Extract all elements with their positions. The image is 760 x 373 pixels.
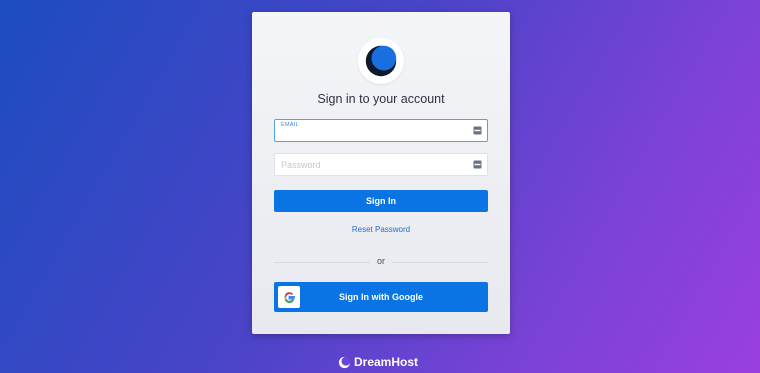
or-divider: or xyxy=(274,256,488,268)
email-input[interactable] xyxy=(275,120,465,141)
password-manager-icon[interactable] xyxy=(473,126,482,135)
dreamhost-moon-icon xyxy=(338,356,351,368)
password-input[interactable] xyxy=(275,154,465,175)
login-card: Sign in to your account EMAIL Sign In Re… xyxy=(252,12,510,334)
google-g-icon xyxy=(278,286,300,308)
footer-brand: DreamHost xyxy=(338,355,418,369)
page-title: Sign in to your account xyxy=(317,92,445,106)
dreamhost-moon-logo-icon xyxy=(365,45,397,77)
password-field[interactable] xyxy=(274,153,488,176)
divider-line-right xyxy=(392,262,488,263)
brand-name: DreamHost xyxy=(354,355,419,369)
divider-text: or xyxy=(376,256,385,266)
reset-password-link[interactable]: Reset Password xyxy=(252,225,510,234)
google-sign-in-button[interactable]: Sign In with Google xyxy=(274,282,488,312)
google-sign-in-label: Sign In with Google xyxy=(339,292,423,302)
dreamhost-logo xyxy=(358,38,404,84)
email-field[interactable]: EMAIL xyxy=(274,119,488,142)
sign-in-button[interactable]: Sign In xyxy=(274,190,488,212)
password-manager-icon[interactable] xyxy=(473,160,482,169)
